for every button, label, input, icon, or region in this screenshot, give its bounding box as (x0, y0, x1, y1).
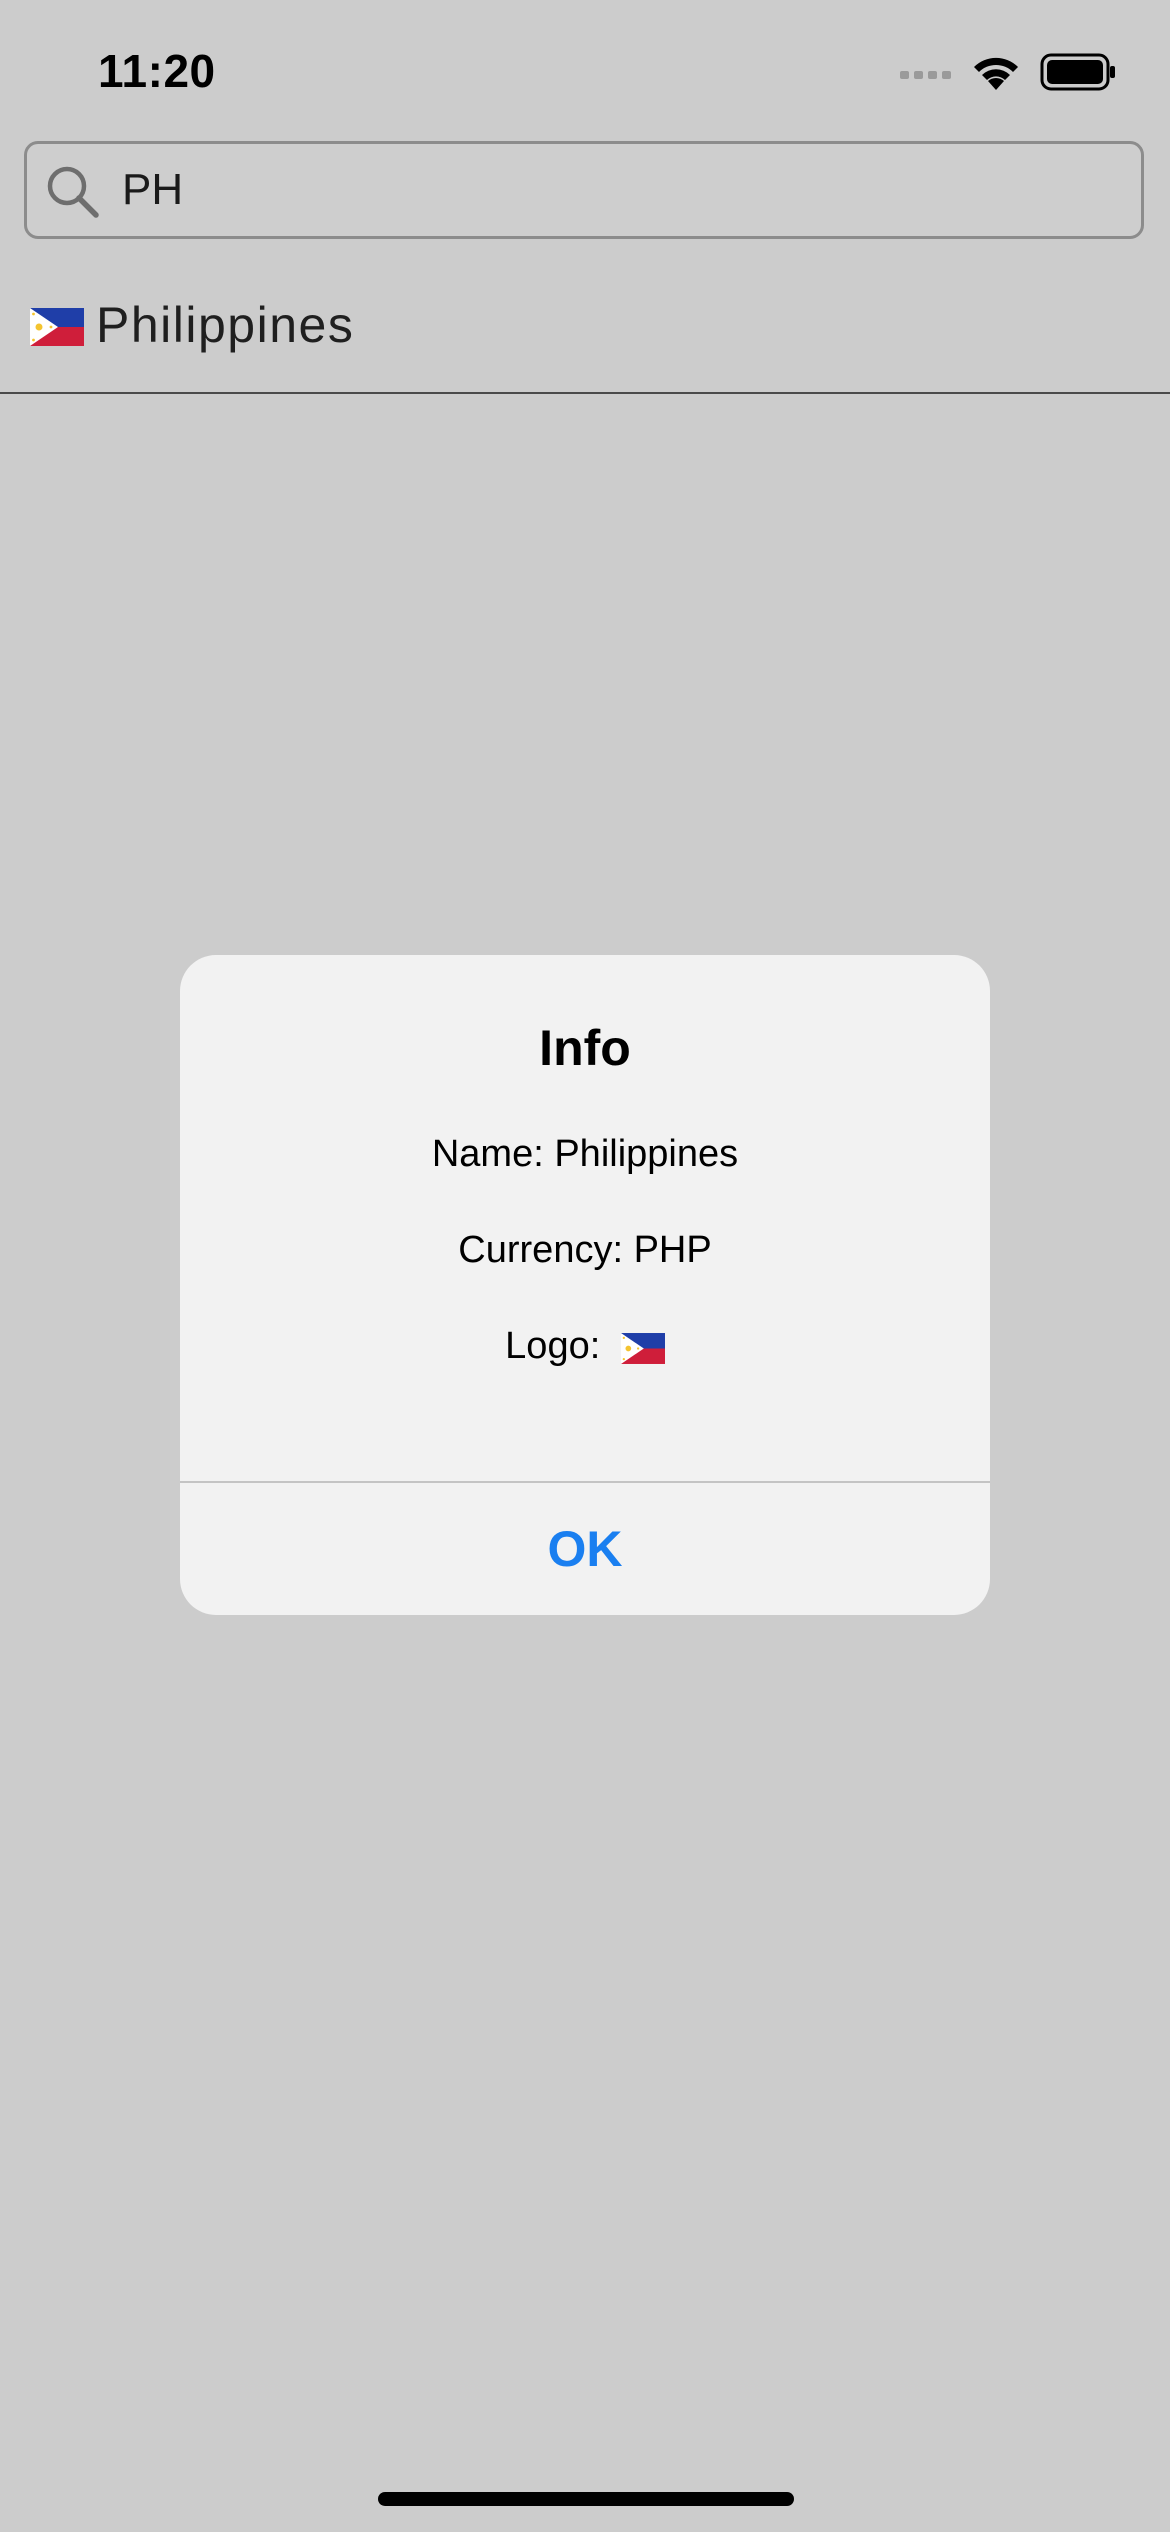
philippines-flag-icon (30, 308, 84, 346)
list-divider (0, 392, 1170, 394)
alert-logo-label: Logo: (505, 1325, 601, 1367)
cellular-signal-icon (900, 71, 951, 79)
alert-logo-line: Logo: (180, 1325, 990, 1368)
home-indicator[interactable] (378, 2492, 794, 2506)
alert-currency-line: Currency: PHP (458, 1229, 712, 1271)
philippines-flag-icon (620, 1333, 665, 1364)
search-input[interactable] (122, 144, 1122, 236)
status-bar: 11:20 (0, 0, 1170, 150)
search-icon (47, 166, 99, 218)
status-icons (900, 52, 1116, 92)
ok-button[interactable]: OK (180, 1483, 990, 1615)
alert-name-line: Name: Philippines (431, 1133, 739, 1175)
list-item-label: Philippines (96, 297, 355, 353)
list-item-philippines[interactable]: Philippines (0, 260, 1170, 394)
alert-title: Info (539, 1020, 631, 1076)
battery-icon (1040, 53, 1115, 91)
status-time: 11:20 (98, 45, 216, 97)
search-field[interactable] (24, 141, 1144, 239)
wifi-icon (974, 57, 1018, 90)
info-alert: Info Name: Philippines Currency: PHP Log… (180, 955, 990, 1615)
